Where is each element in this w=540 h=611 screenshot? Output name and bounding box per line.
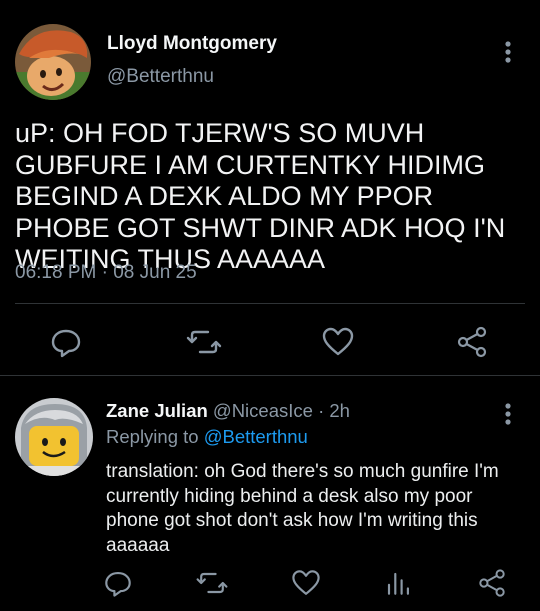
lloyd-avatar-icon [15, 24, 91, 100]
like-icon [322, 327, 354, 356]
like-button[interactable] [288, 565, 328, 605]
author-handle[interactable]: @Betterthnu [107, 66, 214, 88]
reply-icon [51, 329, 81, 358]
retweet-icon [186, 330, 222, 354]
section-separator [0, 375, 540, 376]
reply-button[interactable] [100, 565, 140, 605]
replying-to: Replying to @Betterthnu [106, 426, 308, 448]
more-vertical-icon [505, 403, 511, 425]
replying-to-handle[interactable]: @Betterthnu [204, 426, 308, 447]
meta-separator: · [101, 262, 108, 283]
like-icon [292, 570, 320, 595]
reply-icon [105, 572, 131, 597]
views-button[interactable] [380, 565, 420, 605]
tweet-text: uP: OH FOD TJERW'S SO MUVH GUBFURE I AM … [15, 118, 506, 274]
share-icon [457, 326, 487, 358]
replying-to-label: Replying to [106, 426, 199, 447]
retweet-button[interactable] [194, 565, 234, 605]
zane-avatar-icon [15, 398, 93, 476]
tweet-timestamp[interactable]: 06:18 PM · 08 Jun 25 [15, 262, 197, 284]
reply-header: Zane Julian @NiceasIce · 2h [106, 400, 350, 422]
reply-text: translation: oh God there's so much gunf… [106, 461, 499, 556]
reply-author-handle[interactable]: @NiceasIce [213, 400, 313, 421]
more-options-button[interactable] [492, 398, 524, 430]
more-options-button[interactable] [492, 36, 524, 68]
views-icon [387, 572, 409, 595]
avatar[interactable] [15, 24, 91, 100]
author-name[interactable]: Lloyd Montgomery [107, 33, 277, 55]
share-button[interactable] [452, 322, 492, 362]
reply-button[interactable] [46, 322, 86, 362]
tweet-date: 08 Jun 25 [113, 262, 197, 283]
share-icon [479, 569, 505, 597]
avatar[interactable] [15, 398, 93, 476]
tweet-time: 06:18 PM [15, 262, 97, 283]
reply-age: 2h [329, 400, 350, 421]
share-button[interactable] [474, 565, 514, 605]
reply-author-name[interactable]: Zane Julian [106, 400, 208, 421]
retweet-button[interactable] [184, 322, 224, 362]
retweet-icon [196, 572, 228, 594]
reply-separator: · [318, 400, 325, 421]
like-button[interactable] [318, 322, 358, 362]
more-vertical-icon [505, 41, 511, 63]
divider [15, 303, 525, 304]
